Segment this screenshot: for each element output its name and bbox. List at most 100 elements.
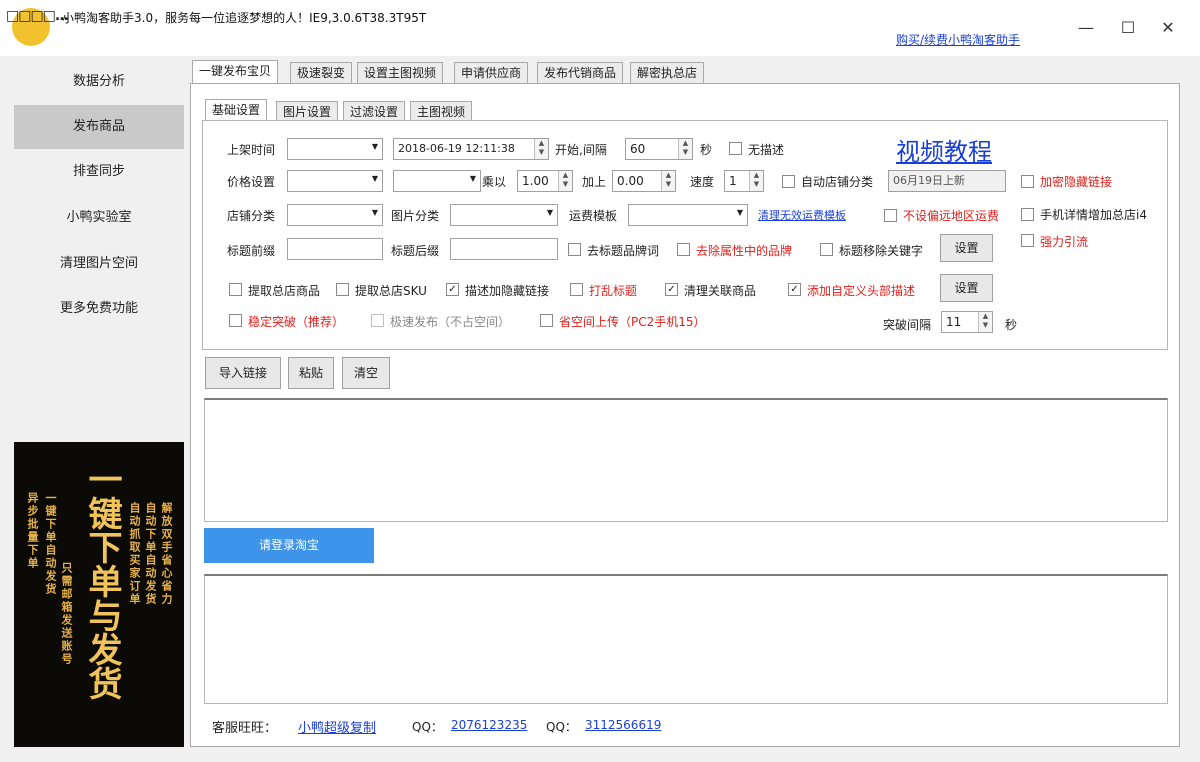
price-setting-label: 价格设置 (227, 175, 276, 189)
speed-input[interactable]: 1 ▲ ▼ (724, 170, 764, 192)
video-tutorial-link[interactable]: 视频教程 (896, 132, 992, 167)
add-value: 0.00 (617, 174, 644, 188)
price-setting-select[interactable] (287, 170, 383, 192)
multiply-spinner-icon[interactable]: ▲ ▼ (558, 171, 572, 191)
save-space-checkbox[interactable] (540, 314, 553, 327)
shuffle-title-checkbox[interactable] (570, 283, 583, 296)
promo-banner[interactable]: 一键下单与发货 异步批量下单 一键下单自动发货 只需邮箱发送账号 自动抓取买家订… (14, 442, 184, 747)
sidebar-item-publish-products[interactable]: 发布商品 (14, 105, 184, 149)
break-interval-value: 11 (946, 315, 962, 329)
close-icon[interactable]: ✕ (1152, 14, 1184, 42)
sidebar: 数据分析 发布商品 排查同步 小鸭实验室 清理图片空间 更多免费功能 (14, 60, 184, 332)
tab-apply-supplier[interactable]: 申请供应商 (454, 62, 529, 84)
fetch-total-sku-checkbox[interactable] (336, 283, 349, 296)
tab-decrypt-store[interactable]: 解密执总店 (630, 62, 705, 84)
shop-category-select[interactable] (287, 204, 383, 226)
qq-label-1: QQ： (412, 720, 443, 734)
qq-link-2[interactable]: 3112566619 (585, 718, 661, 732)
desc-hidden-link-checkbox[interactable]: ✓ (446, 283, 459, 296)
datetime-input[interactable]: 2018-06-19 12:11:38 ▲ ▼ (393, 138, 549, 160)
break-interval-spinner-icon[interactable]: ▲ ▼ (978, 312, 992, 332)
qq-label-2: QQ： (546, 720, 577, 734)
sidebar-item-check-sync[interactable]: 排查同步 (14, 150, 184, 194)
fetch-total-items-label: 提取总店商品 (248, 284, 321, 298)
subtab-image-settings[interactable]: 图片设置 (276, 101, 339, 121)
links-textarea[interactable] (204, 398, 1168, 522)
promo-text: 异步批量下单 (26, 492, 39, 570)
save-space-label: 省空间上传（PC2手机15） (559, 315, 706, 329)
clear-related-items-checkbox[interactable]: ✓ (665, 283, 678, 296)
header-settings-button[interactable]: 设置 (940, 274, 993, 302)
title-prefix-input[interactable] (287, 238, 383, 260)
title-settings-button[interactable]: 设置 (940, 234, 993, 262)
interval-input[interactable]: 60 ▲ ▼ (625, 138, 693, 160)
title-remove-keywords-label: 标题移除关键字 (839, 244, 924, 258)
break-interval-input[interactable]: 11 ▲ ▼ (941, 311, 993, 333)
promo-text: 解放双手省心省力 (160, 502, 173, 606)
desc-hidden-link-label: 描述加隐藏链接 (465, 284, 550, 298)
speed-label: 速度 (690, 175, 715, 189)
service-wangwang-link[interactable]: 小鸭超级复制 (298, 717, 376, 736)
clear-invalid-freight-link[interactable]: 清理无效运费模板 (758, 207, 846, 223)
tab-one-click-publish[interactable]: 一键发布宝贝 (192, 60, 279, 84)
shuffle-title-label: 打乱标题 (589, 284, 638, 298)
auto-shop-cat-input[interactable]: 06月19日上新 (888, 170, 1006, 192)
interval-value: 60 (630, 142, 646, 156)
auto-shop-cat-checkbox[interactable] (782, 175, 795, 188)
tab-main-video[interactable]: 设置主图视频 (357, 62, 444, 84)
freight-template-label: 运费模板 (569, 209, 618, 223)
promo-text: 自动下单自动发货 (144, 502, 157, 606)
sidebar-item-lab[interactable]: 小鸭实验室 (14, 196, 184, 240)
no-desc-checkbox[interactable] (729, 142, 742, 155)
multiply-value: 1.00 (522, 174, 549, 188)
paste-button[interactable]: 粘贴 (288, 357, 334, 389)
add-input[interactable]: 0.00 ▲ ▼ (612, 170, 676, 192)
add-custom-header-label: 添加自定义头部描述 (807, 284, 916, 298)
speed-spinner-icon[interactable]: ▲ ▼ (749, 171, 763, 191)
minimize-icon[interactable]: — (1070, 14, 1102, 42)
multiply-input[interactable]: 1.00 ▲ ▼ (517, 170, 573, 192)
log-textarea[interactable] (204, 574, 1168, 704)
seconds-label: 秒 (700, 143, 713, 157)
shelf-time-select[interactable] (287, 138, 383, 160)
image-category-select[interactable] (450, 204, 558, 226)
stable-breakthrough-checkbox[interactable] (229, 314, 242, 327)
encrypt-hidden-link-checkbox[interactable] (1021, 175, 1034, 188)
sidebar-item-data-analysis[interactable]: 数据分析 (14, 60, 184, 104)
sidebar-item-more-free[interactable]: 更多免费功能 (14, 287, 184, 331)
strong-traffic-label: 强力引流 (1040, 235, 1089, 249)
sidebar-item-clean-images[interactable]: 清理图片空间 (14, 242, 184, 286)
subtab-filter-settings[interactable]: 过滤设置 (343, 101, 406, 121)
add-custom-header-checkbox[interactable]: ✓ (788, 283, 801, 296)
no-remote-freight-checkbox[interactable] (884, 209, 897, 222)
image-category-label: 图片分类 (391, 209, 440, 223)
qq-link-1[interactable]: 2076123235 (451, 718, 527, 732)
title-suffix-input[interactable] (450, 238, 558, 260)
interval-spinner-icon[interactable]: ▲ ▼ (678, 139, 692, 159)
fast-publish-checkbox[interactable] (371, 314, 384, 327)
datetime-value: 2018-06-19 12:11:38 (398, 142, 515, 155)
fetch-total-items-checkbox[interactable] (229, 283, 242, 296)
freight-template-select[interactable] (628, 204, 748, 226)
tab-publish-consign[interactable]: 发布代销商品 (537, 62, 624, 84)
clear-button[interactable]: 清空 (342, 357, 390, 389)
strong-traffic-checkbox[interactable] (1021, 234, 1034, 247)
remove-brand-attr-checkbox[interactable] (677, 243, 690, 256)
price-mode-select[interactable] (393, 170, 481, 192)
remove-brand-words-checkbox[interactable] (568, 243, 581, 256)
login-taobao-button[interactable]: 请登录淘宝 (204, 528, 374, 563)
fetch-total-sku-label: 提取总店SKU (355, 284, 427, 298)
datetime-spinner-icon[interactable]: ▲ ▼ (534, 139, 548, 159)
title-remove-keywords-checkbox[interactable] (820, 243, 833, 256)
subtab-basic-settings[interactable]: 基础设置 (205, 99, 268, 121)
fast-publish-label: 极速发布（不占空间） (390, 315, 511, 329)
subtab-main-video[interactable]: 主图视频 (410, 101, 473, 121)
maximize-icon[interactable]: ☐ (1112, 14, 1144, 42)
clear-related-items-label: 清理关联商品 (684, 284, 757, 298)
buy-renew-link[interactable]: 购买/续费小鸭淘客助手 (896, 31, 1020, 48)
add-spinner-icon[interactable]: ▲ ▼ (661, 171, 675, 191)
tab-fast-fission[interactable]: 极速裂变 (290, 62, 353, 84)
mobile-detail-checkbox[interactable] (1021, 208, 1034, 221)
window-title: 小鸭淘客助手3.0，服务每一位追逐梦想的人！IE9,3.0.6T38.3T95T (62, 11, 427, 25)
import-link-button[interactable]: 导入链接 (205, 357, 281, 389)
